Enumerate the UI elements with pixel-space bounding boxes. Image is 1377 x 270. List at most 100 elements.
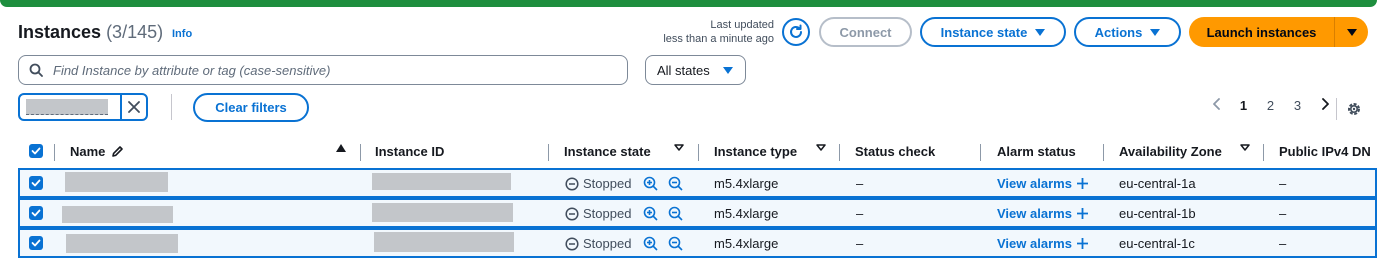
view-alarms-link[interactable]: View alarms	[997, 206, 1072, 221]
column-header-alarm-status[interactable]: Alarm status	[997, 144, 1076, 159]
column-header-public-ipv4[interactable]: Public IPv4 DN	[1279, 144, 1371, 159]
pagination-divider	[1336, 98, 1337, 120]
table-row[interactable]: Stopped m5.4xlarge – View alarms eu-cent…	[18, 228, 1377, 258]
check-icon	[31, 209, 41, 217]
search-icon	[29, 63, 43, 77]
stopped-icon	[565, 236, 579, 251]
redacted-filter-value	[26, 99, 108, 115]
instance-state-cell: Stopped	[565, 206, 684, 221]
column-divider	[1263, 144, 1264, 161]
redacted-instance-name	[65, 172, 168, 192]
row-checkbox[interactable]	[29, 176, 43, 190]
caret-down-icon	[1150, 28, 1161, 36]
success-banner-strip	[0, 0, 1377, 7]
previous-page-button[interactable]	[1203, 98, 1230, 113]
instance-type-cell: m5.4xlarge	[714, 236, 779, 251]
page-button-1[interactable]: 1	[1230, 98, 1257, 113]
column-instance-type-label: Instance type	[714, 144, 798, 159]
plus-icon[interactable]	[1076, 177, 1089, 190]
column-header-availability-zone[interactable]: Availability Zone	[1119, 144, 1222, 159]
column-divider	[698, 144, 699, 161]
availability-zone-cell: eu-central-1b	[1119, 206, 1196, 221]
zoom-in-icon[interactable]	[643, 176, 659, 191]
zoom-in-icon[interactable]	[643, 236, 659, 251]
pagination: 1 2 3	[1203, 98, 1338, 113]
check-icon	[31, 239, 41, 247]
zoom-in-icon[interactable]	[643, 206, 659, 221]
page-button-2[interactable]: 2	[1257, 98, 1284, 113]
sort-ascending-button[interactable]	[336, 144, 346, 152]
view-alarms-link[interactable]: View alarms	[997, 176, 1072, 191]
filter-caret-icon	[674, 144, 684, 151]
table-preferences-button[interactable]	[1346, 101, 1362, 122]
table-row[interactable]: Stopped m5.4xlarge – View alarms eu-cent…	[18, 198, 1377, 228]
actions-button-label: Actions	[1094, 24, 1143, 40]
column-header-name[interactable]: Name	[70, 144, 124, 159]
last-updated-value: less than a minute ago	[663, 33, 774, 45]
redacted-instance-id	[372, 173, 511, 190]
zoom-out-icon[interactable]	[668, 206, 684, 221]
instance-state-dropdown-button[interactable]: Instance state	[920, 17, 1066, 47]
checkbox-checked	[29, 144, 43, 158]
clear-filters-button[interactable]: Clear filters	[193, 93, 309, 122]
column-header-instance-type[interactable]: Instance type	[714, 144, 797, 159]
filter-divider	[171, 94, 172, 120]
next-page-button[interactable]	[1311, 98, 1338, 113]
info-link[interactable]: Info	[172, 28, 192, 40]
public-ipv4-cell: –	[1279, 206, 1287, 221]
row-checkbox[interactable]	[29, 236, 43, 250]
launch-instances-label: Launch instances	[1206, 24, 1317, 40]
close-icon	[128, 101, 140, 113]
state-filter-select[interactable]: All states	[645, 55, 746, 85]
instance-search-field[interactable]	[18, 55, 628, 85]
status-check-cell: –	[856, 236, 864, 251]
refresh-icon	[790, 24, 802, 38]
view-alarms-link[interactable]: View alarms	[997, 236, 1072, 251]
sort-up-icon	[336, 144, 346, 152]
instance-type-cell: m5.4xlarge	[714, 176, 779, 191]
table-row[interactable]: Stopped m5.4xlarge – View alarms eu-cent…	[18, 168, 1377, 198]
column-header-instance-state[interactable]: Instance state	[564, 144, 651, 159]
edit-pencil-icon	[112, 146, 124, 157]
actions-dropdown-button[interactable]: Actions	[1074, 17, 1181, 47]
check-icon	[31, 179, 41, 187]
plus-icon[interactable]	[1076, 207, 1089, 220]
zoom-out-icon[interactable]	[668, 236, 684, 251]
connect-button-label: Connect	[839, 24, 892, 40]
column-name-label: Name	[70, 144, 106, 159]
launch-instances-dropdown-button[interactable]	[1334, 17, 1368, 47]
zoom-out-icon[interactable]	[668, 176, 684, 191]
filter-caret-icon	[1240, 144, 1250, 151]
instance-state-filter-button[interactable]	[674, 144, 684, 152]
instance-type-filter-button[interactable]	[816, 144, 826, 152]
page-button-3[interactable]: 3	[1284, 98, 1311, 113]
select-all-checkbox[interactable]	[29, 144, 43, 158]
column-divider	[1103, 144, 1104, 161]
search-input[interactable]	[53, 62, 613, 78]
chevron-right-icon	[1321, 98, 1329, 110]
status-check-cell: –	[856, 206, 864, 221]
page-title-text: Instances	[18, 22, 102, 42]
caret-down-icon	[1035, 28, 1046, 36]
column-instance-id-label: Instance ID	[375, 144, 445, 159]
alarm-status-cell: View alarms	[997, 236, 1089, 251]
page-title: Instances (3/145)	[18, 22, 163, 43]
instance-type-cell: m5.4xlarge	[714, 206, 779, 221]
column-status-check-label: Status check	[855, 144, 936, 159]
refresh-button[interactable]	[782, 18, 810, 46]
row-checkbox[interactable]	[29, 206, 43, 220]
plus-icon[interactable]	[1076, 237, 1089, 250]
availability-zone-filter-button[interactable]	[1240, 144, 1250, 152]
redacted-instance-id	[372, 203, 513, 222]
launch-instances-button[interactable]: Launch instances	[1189, 17, 1334, 47]
instance-count: (3/145)	[106, 22, 164, 42]
column-divider	[54, 144, 55, 161]
instance-state-text: Stopped	[583, 206, 632, 221]
column-header-instance-id[interactable]: Instance ID	[375, 144, 444, 159]
connect-button[interactable]: Connect	[819, 17, 912, 47]
instance-state-cell: Stopped	[565, 176, 684, 191]
remove-filter-button[interactable]	[120, 95, 146, 119]
column-alarm-status-label: Alarm status	[997, 144, 1076, 159]
clear-filters-label: Clear filters	[215, 100, 287, 115]
column-header-status-check[interactable]: Status check	[855, 144, 935, 159]
